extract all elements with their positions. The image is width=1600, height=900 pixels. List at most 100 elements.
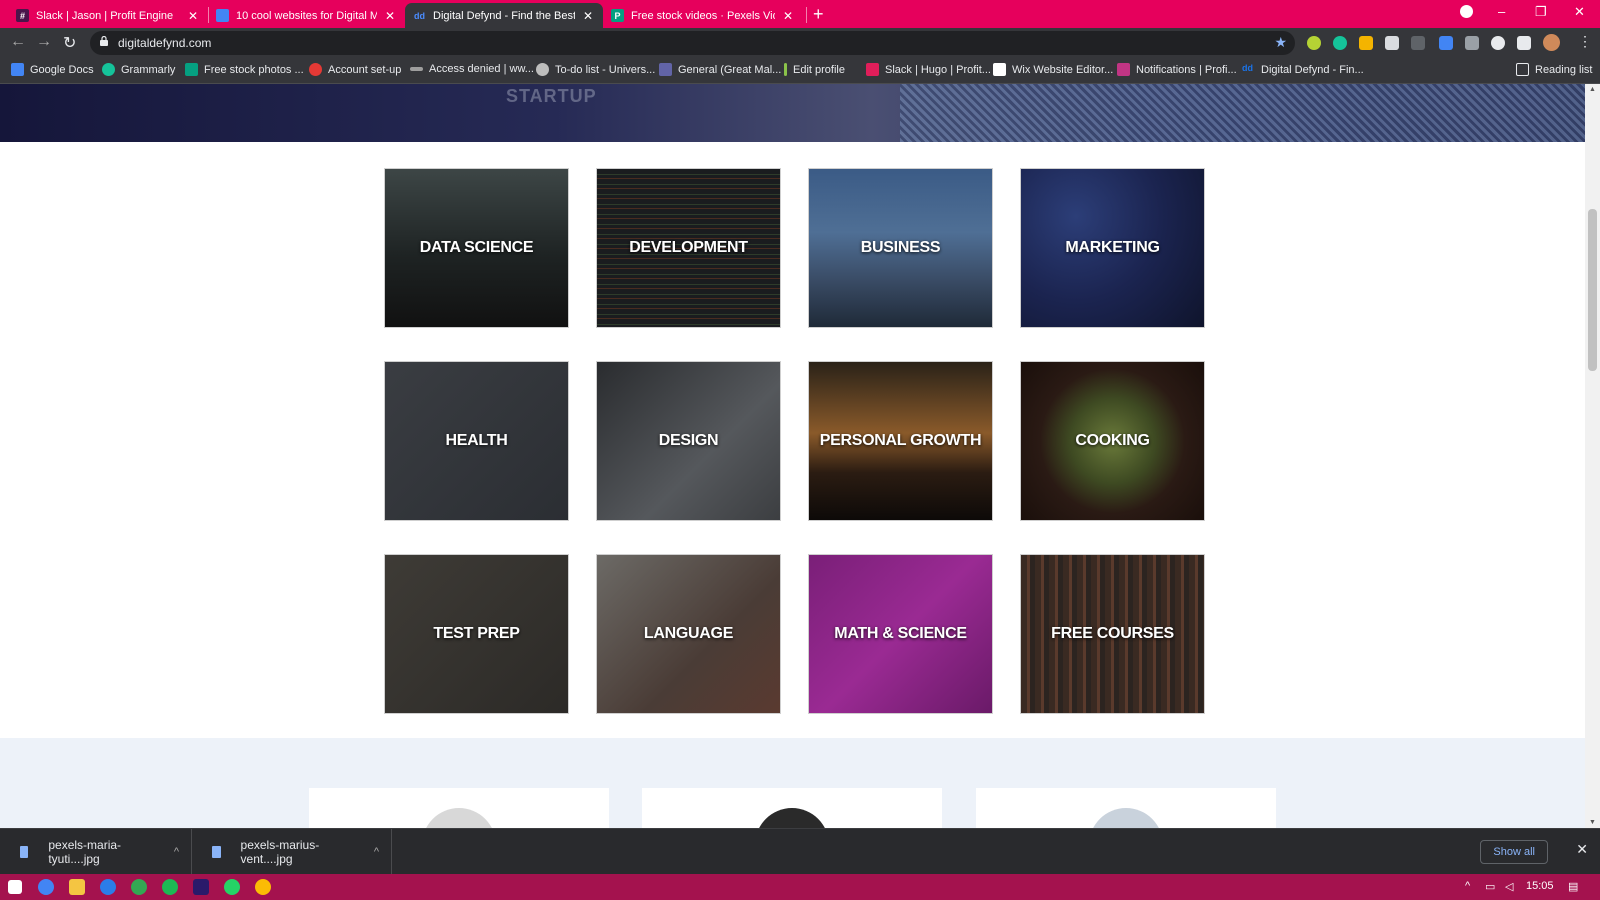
- minimize-icon[interactable]: –: [1498, 4, 1505, 19]
- bookmark-grammarly[interactable]: Grammarly: [102, 63, 175, 76]
- file-explorer-icon[interactable]: [69, 879, 85, 895]
- category-tile-business[interactable]: BUSINESS: [808, 168, 993, 328]
- bookmark-teams[interactable]: General (Great Mal...: [659, 63, 781, 76]
- grammarly-icon[interactable]: [1333, 36, 1347, 50]
- avatar[interactable]: [1543, 34, 1560, 51]
- bookmark-label: Grammarly: [121, 63, 176, 76]
- spotify-icon[interactable]: [162, 879, 178, 895]
- category-tile-development[interactable]: DEVELOPMENT: [596, 168, 781, 328]
- os-taskbar: ^ ▭ ◁ 15:05 ▤: [0, 874, 1600, 900]
- chevron-up-icon[interactable]: ^: [374, 846, 379, 858]
- category-tile-design[interactable]: DESIGN: [596, 361, 781, 521]
- pexels-icon: P: [611, 9, 624, 22]
- avatar: [755, 808, 829, 828]
- category-tile-health[interactable]: HEALTH: [384, 361, 569, 521]
- profile-icon[interactable]: [1460, 5, 1473, 21]
- category-tile-math-science[interactable]: MATH & SCIENCE: [808, 554, 993, 714]
- category-label: FREE COURSES: [1051, 625, 1174, 642]
- bookmark-slack[interactable]: Slack | Hugo | Profit...: [866, 63, 991, 76]
- bookmark-digital-defynd[interactable]: dd Digital Defynd - Fin...: [1242, 63, 1364, 76]
- page-scrollbar[interactable]: ▲ ▼: [1585, 84, 1600, 828]
- google-docs-icon: [216, 9, 229, 22]
- bookmark-todo[interactable]: To-do list - Univers...: [536, 63, 655, 76]
- new-tab-button[interactable]: +: [813, 4, 824, 25]
- download-item[interactable]: pexels-marius-vent....jpg ^: [200, 829, 392, 875]
- extension-icon[interactable]: [1385, 36, 1399, 50]
- extension-icon[interactable]: [1439, 36, 1453, 50]
- volume-icon[interactable]: ◁: [1505, 880, 1513, 893]
- bookmark-label: Wix Website Editor...: [1012, 63, 1114, 76]
- bookmark-edit-profile[interactable]: Edit profile: [784, 63, 845, 76]
- category-label: COOKING: [1075, 432, 1150, 449]
- network-icon[interactable]: ▭: [1485, 880, 1495, 893]
- extension-icon[interactable]: [1465, 36, 1479, 50]
- windows-start-icon[interactable]: [8, 880, 22, 894]
- close-window-icon[interactable]: ✕: [1574, 4, 1585, 20]
- url-text: digitaldefynd.com: [118, 36, 212, 50]
- category-tile-personal-growth[interactable]: PERSONAL GROWTH: [808, 361, 993, 521]
- chrome-icon[interactable]: [131, 879, 147, 895]
- bookmark-pexels[interactable]: Free stock photos ...: [185, 63, 304, 76]
- chevron-up-icon[interactable]: ^: [1465, 880, 1470, 892]
- extension-icon[interactable]: [1359, 36, 1373, 50]
- category-tile-free-courses[interactable]: FREE COURSES: [1020, 554, 1205, 714]
- extension-icon[interactable]: [1411, 36, 1425, 50]
- slack-icon: #: [16, 9, 29, 22]
- tab-title: Slack | Jason | Profit Engine: [36, 9, 174, 22]
- notification-icon[interactable]: ▤: [1568, 880, 1578, 893]
- bookmark-google-docs[interactable]: Google Docs: [11, 63, 94, 76]
- account-icon: [309, 63, 322, 76]
- bookmark-notifications[interactable]: Notifications | Profi...: [1117, 63, 1237, 76]
- bookmark-star-icon[interactable]: ★: [1274, 34, 1287, 51]
- bookmark-access-denied[interactable]: Access denied | ww...: [410, 63, 534, 75]
- avatar: [1089, 808, 1163, 828]
- bookmark-label: Notifications | Profi...: [1136, 63, 1237, 76]
- close-icon[interactable]: ✕: [186, 9, 200, 23]
- restore-icon[interactable]: ❐: [1535, 4, 1547, 20]
- close-icon[interactable]: ✕: [383, 9, 397, 23]
- category-tile-language[interactable]: LANGUAGE: [596, 554, 781, 714]
- extension-icon[interactable]: [1307, 36, 1321, 50]
- bookmark-wix[interactable]: Wix Website Editor...: [993, 63, 1113, 76]
- scrollbar-thumb[interactable]: [1588, 209, 1597, 371]
- scroll-up-icon[interactable]: ▲: [1589, 86, 1596, 93]
- menu-icon[interactable]: ⋮: [1578, 33, 1592, 50]
- bookmark-account[interactable]: Account set-up: [309, 63, 401, 76]
- browser-toolbar: ← → ↻ digitaldefynd.com ★ ⋮: [0, 28, 1600, 58]
- category-tile-test-prep[interactable]: TEST PREP: [384, 554, 569, 714]
- chevron-up-icon[interactable]: ^: [174, 846, 179, 858]
- premiere-icon[interactable]: [193, 879, 209, 895]
- whatsapp-icon[interactable]: [224, 879, 240, 895]
- page-content: STARTUP DATA SCIENCE DEVELOPMENT BUSINES…: [0, 84, 1585, 828]
- category-label: BUSINESS: [860, 239, 941, 256]
- puzzle-icon[interactable]: [1517, 36, 1531, 50]
- chrome-icon[interactable]: [255, 879, 271, 895]
- clock-time[interactable]: 15:05: [1526, 880, 1554, 892]
- reading-list-button[interactable]: Reading list: [1516, 63, 1592, 76]
- testimonial-card: [976, 788, 1276, 828]
- google-docs-icon: [11, 63, 24, 76]
- close-icon[interactable]: ✕: [581, 9, 595, 23]
- chrome-icon[interactable]: [38, 879, 54, 895]
- show-all-button[interactable]: Show all: [1480, 840, 1548, 864]
- category-tile-marketing[interactable]: MARKETING: [1020, 168, 1205, 328]
- close-icon[interactable]: ✕: [1576, 841, 1588, 858]
- address-bar[interactable]: digitaldefynd.com ★: [90, 31, 1295, 55]
- tab-slack[interactable]: # Slack | Jason | Profit Engine ✕: [8, 3, 208, 28]
- download-item[interactable]: pexels-maria-tyuti....jpg ^: [8, 829, 192, 875]
- tab-google-docs[interactable]: 10 cool websites for Digital Mark ✕: [208, 3, 405, 28]
- testimonials-section: [0, 738, 1585, 828]
- tab-pexels[interactable]: P Free stock videos · Pexels Videos ✕: [603, 3, 803, 28]
- reload-icon[interactable]: ↻: [63, 33, 76, 53]
- close-icon[interactable]: ✕: [781, 9, 795, 23]
- forward-icon[interactable]: →: [36, 33, 52, 51]
- back-icon[interactable]: ←: [10, 33, 26, 51]
- extension-icon[interactable]: [1491, 36, 1505, 50]
- tab-digital-defynd[interactable]: dd Digital Defynd - Find the Best Co ✕: [405, 3, 603, 28]
- bookmark-label: To-do list - Univers...: [555, 63, 656, 76]
- category-tile-data-science[interactable]: DATA SCIENCE: [384, 168, 569, 328]
- scroll-down-icon[interactable]: ▼: [1589, 819, 1596, 826]
- download-filename: pexels-marius-vent....jpg: [240, 838, 320, 866]
- category-tile-cooking[interactable]: COOKING: [1020, 361, 1205, 521]
- media-player-icon[interactable]: [100, 879, 116, 895]
